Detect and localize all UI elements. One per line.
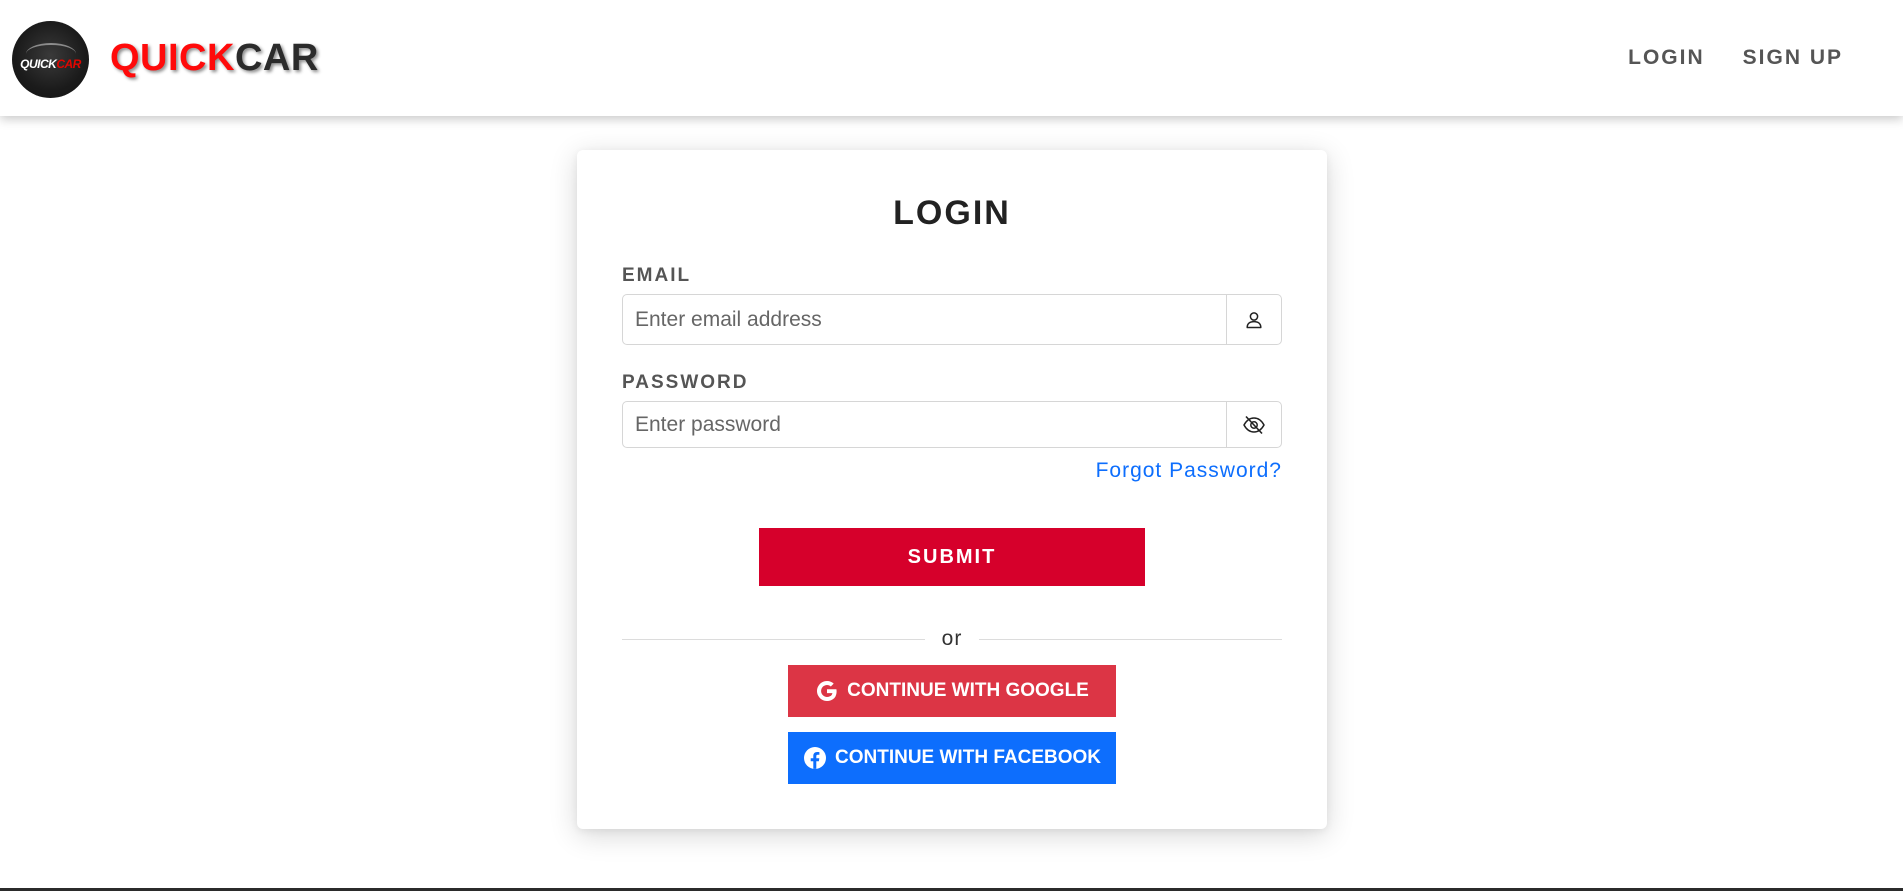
email-input-group: [622, 294, 1282, 345]
password-input-group: [622, 401, 1282, 448]
facebook-button-label: CONTINUE WITH FACEBOOK: [835, 747, 1101, 768]
divider-or-text: or: [941, 627, 963, 650]
brand-name-car: CAR: [234, 37, 319, 79]
email-label: EMAIL: [622, 265, 692, 286]
logo-text: QUICKCAR: [12, 57, 89, 71]
password-label: PASSWORD: [622, 372, 749, 393]
facebook-icon: [804, 747, 826, 769]
brand-name-quick: QUICK: [110, 37, 235, 79]
logo-text-car: CAR: [56, 57, 81, 71]
continue-with-google-button[interactable]: CONTINUE WITH GOOGLE: [788, 665, 1116, 717]
logo[interactable]: QUICKCAR: [12, 21, 89, 98]
header-nav: LOGIN SIGN UP: [1628, 46, 1843, 70]
user-icon[interactable]: [1226, 295, 1281, 344]
nav-login-link[interactable]: LOGIN: [1628, 46, 1705, 70]
brand-name[interactable]: QUICKCAR: [110, 34, 319, 82]
continue-with-facebook-button[interactable]: CONTINUE WITH FACEBOOK: [788, 732, 1116, 784]
google-icon: [817, 681, 837, 701]
login-title: LOGIN: [893, 194, 1011, 232]
password-input[interactable]: [623, 402, 1226, 447]
submit-button[interactable]: SUBMIT: [759, 528, 1145, 586]
eye-slash-icon[interactable]: [1226, 402, 1281, 447]
or-divider: or: [622, 624, 1282, 654]
forgot-password-link[interactable]: Forgot Password?: [1096, 459, 1282, 483]
login-card: LOGIN EMAIL PASSWORD Forgot Password? SU…: [577, 150, 1327, 829]
top-navbar: QUICKCAR QUICKCAR LOGIN SIGN UP: [0, 0, 1903, 116]
google-button-label: CONTINUE WITH GOOGLE: [847, 680, 1089, 701]
email-input[interactable]: [623, 295, 1226, 344]
nav-signup-link[interactable]: SIGN UP: [1743, 46, 1843, 70]
logo-text-quick: QUICK: [20, 57, 57, 71]
